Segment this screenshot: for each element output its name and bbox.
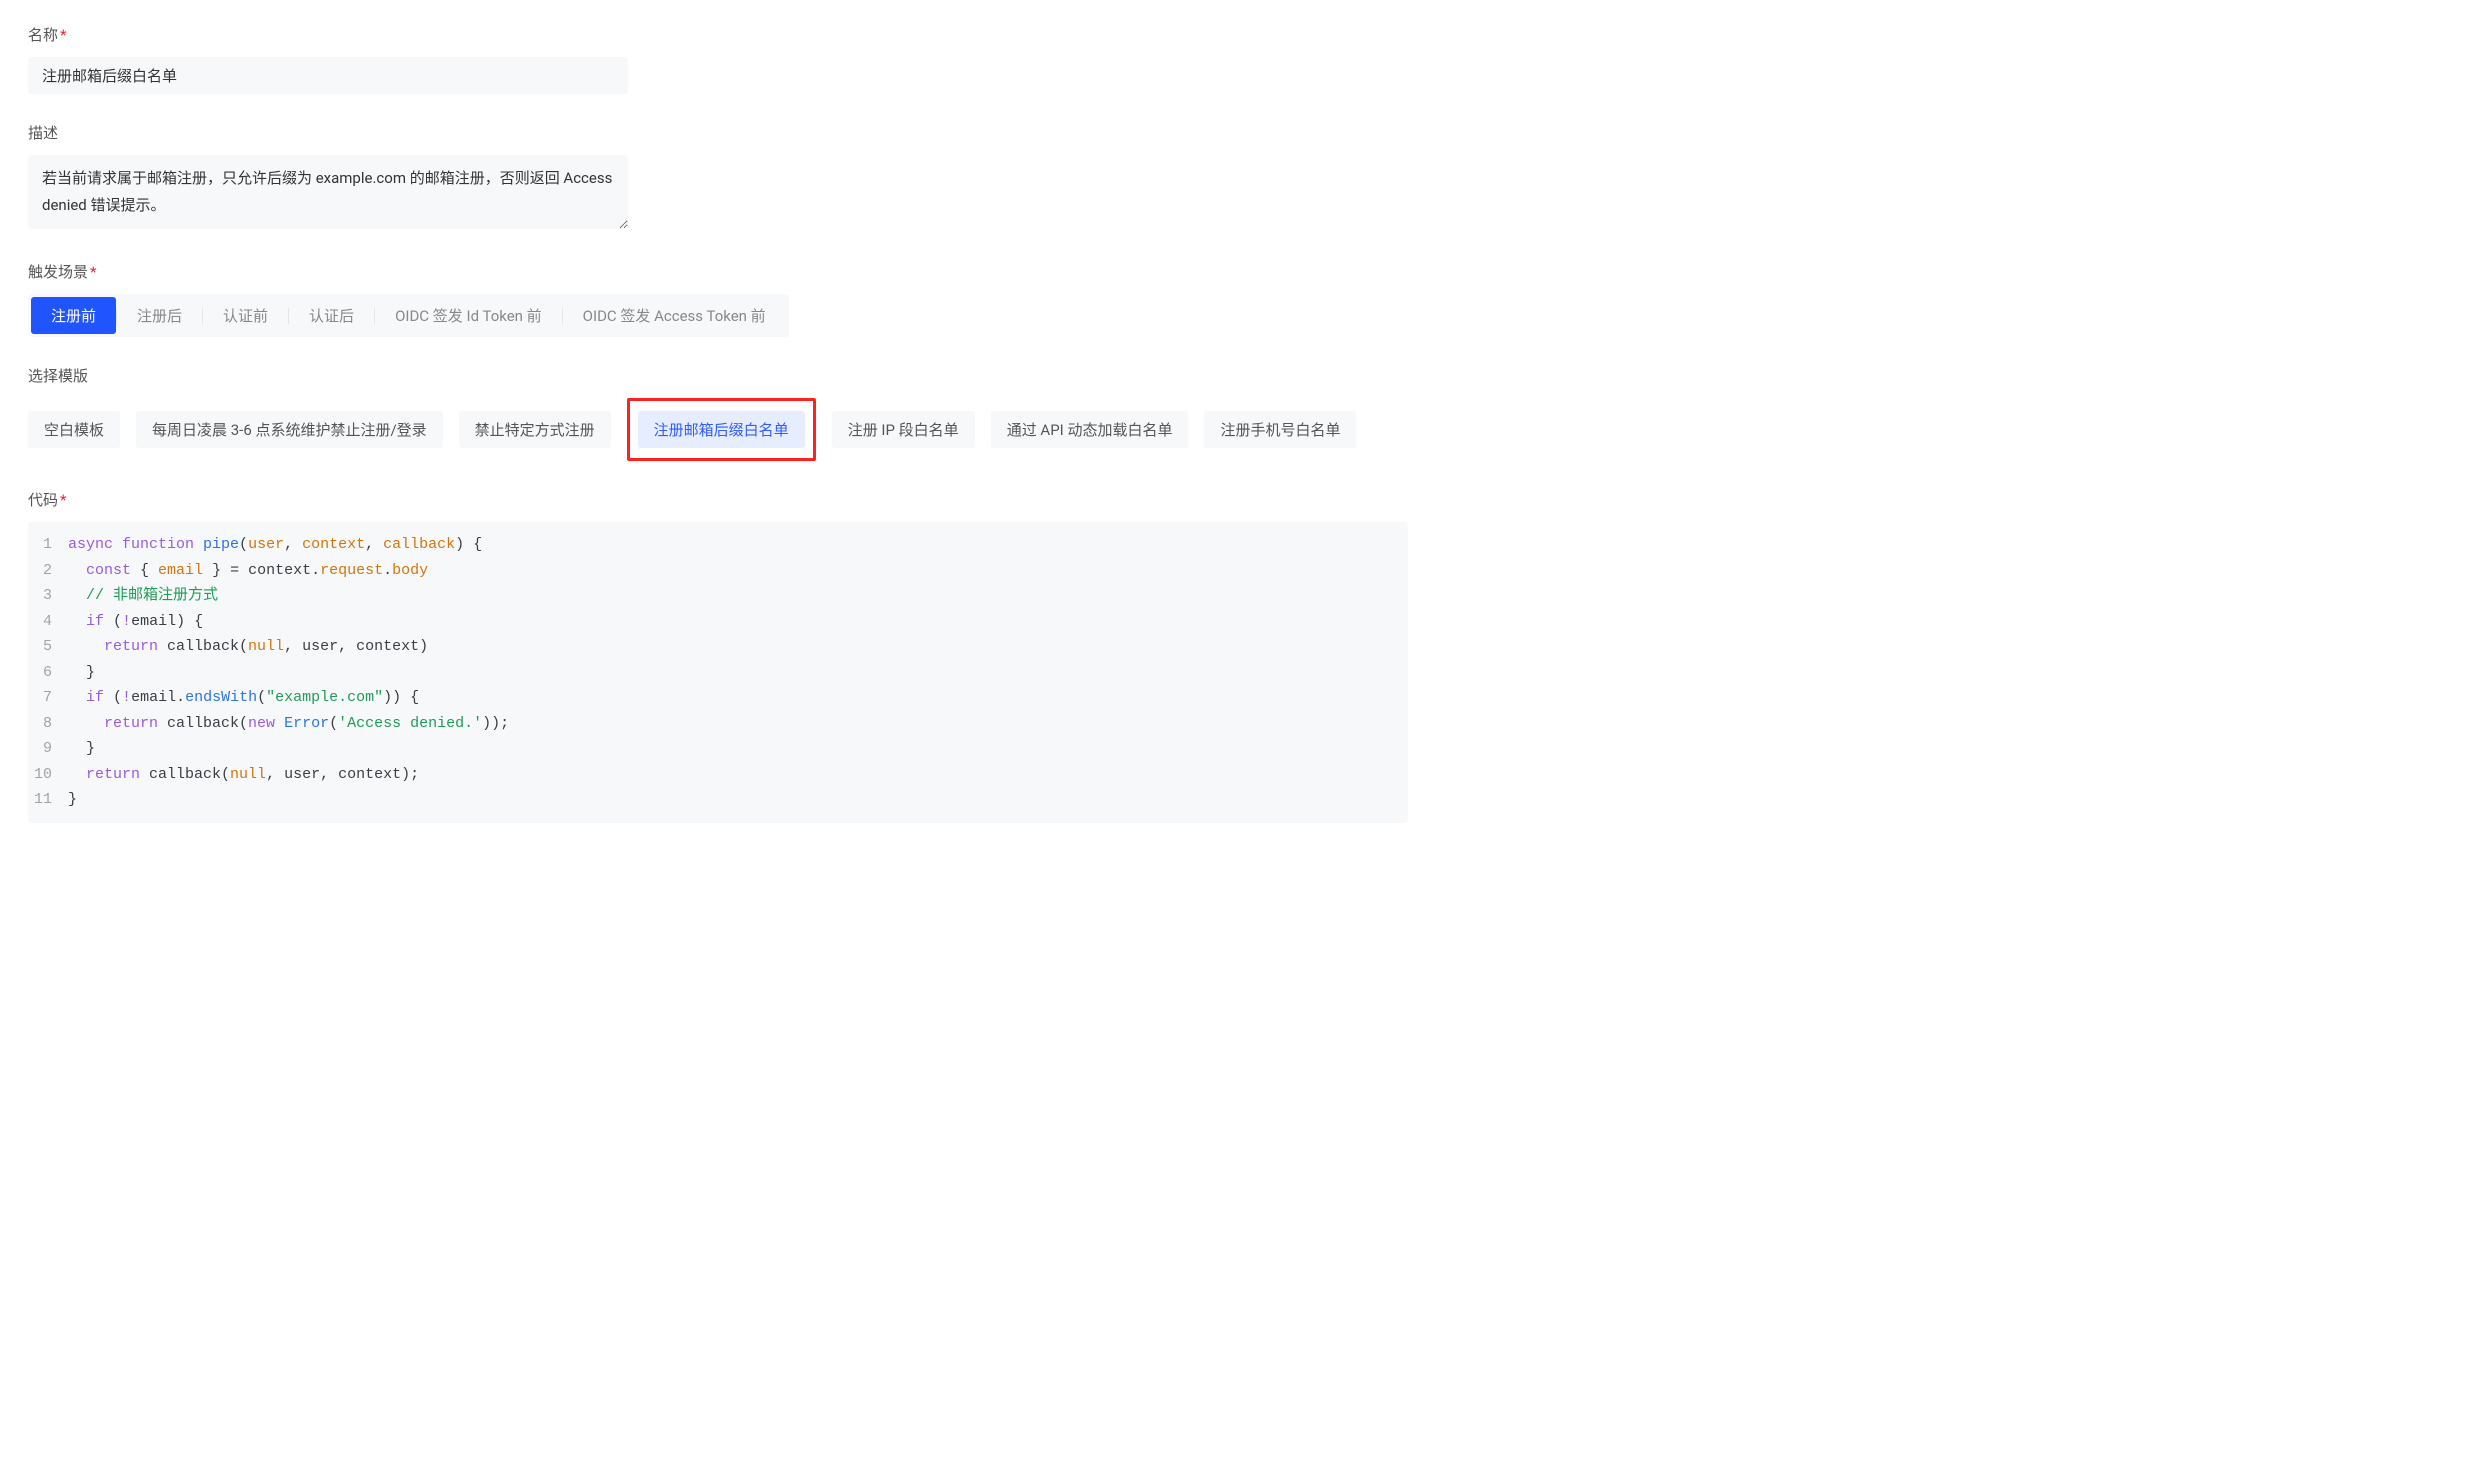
- trigger-option-3[interactable]: 认证后: [289, 297, 374, 334]
- name-field-group: 名称*: [28, 24, 2464, 94]
- code-content: }: [68, 787, 1408, 813]
- required-asterisk: *: [60, 491, 66, 509]
- code-content: return callback(null, user, context);: [68, 762, 1408, 788]
- line-number: 5: [28, 634, 68, 660]
- name-label: 名称*: [28, 24, 2464, 45]
- line-number: 2: [28, 558, 68, 584]
- line-number: 3: [28, 583, 68, 609]
- code-label: 代码*: [28, 489, 2464, 510]
- name-label-text: 名称: [28, 26, 58, 44]
- code-line: 10 return callback(null, user, context);: [28, 762, 1408, 788]
- code-field-group: 代码* 1async function pipe(user, context, …: [28, 489, 2464, 823]
- template-option-6[interactable]: 注册手机号白名单: [1204, 411, 1356, 448]
- template-field-group: 选择模版 空白模板每周日凌晨 3-6 点系统维护禁止注册/登录禁止特定方式注册注…: [28, 365, 2464, 461]
- description-textarea[interactable]: 若当前请求属于邮箱注册，只允许后缀为 example.com 的邮箱注册，否则返…: [28, 155, 628, 229]
- template-option-1[interactable]: 每周日凌晨 3-6 点系统维护禁止注册/登录: [136, 411, 443, 448]
- description-label-text: 描述: [28, 124, 58, 142]
- trigger-field-group: 触发场景* 注册前注册后认证前认证后OIDC 签发 Id Token 前OIDC…: [28, 261, 2464, 337]
- trigger-option-0[interactable]: 注册前: [31, 297, 116, 334]
- template-option-5[interactable]: 通过 API 动态加载白名单: [991, 411, 1189, 448]
- code-line: 9 }: [28, 736, 1408, 762]
- line-number: 9: [28, 736, 68, 762]
- code-content: }: [68, 660, 1408, 686]
- code-content: async function pipe(user, context, callb…: [68, 532, 1408, 558]
- code-line: 5 return callback(null, user, context): [28, 634, 1408, 660]
- code-content: return callback(null, user, context): [68, 634, 1408, 660]
- template-option-4[interactable]: 注册 IP 段白名单: [832, 411, 975, 448]
- line-number: 11: [28, 787, 68, 813]
- trigger-option-5[interactable]: OIDC 签发 Access Token 前: [563, 297, 786, 334]
- code-content: if (!email) {: [68, 609, 1408, 635]
- code-line: 8 return callback(new Error('Access deni…: [28, 711, 1408, 737]
- code-label-text: 代码: [28, 491, 58, 509]
- trigger-option-1[interactable]: 注册后: [117, 297, 202, 334]
- code-line: 3 // 非邮箱注册方式: [28, 583, 1408, 609]
- description-label: 描述: [28, 122, 2464, 143]
- template-label: 选择模版: [28, 365, 2464, 386]
- name-input[interactable]: [28, 57, 628, 94]
- line-number: 8: [28, 711, 68, 737]
- code-line: 11}: [28, 787, 1408, 813]
- required-asterisk: *: [90, 263, 96, 281]
- line-number: 4: [28, 609, 68, 635]
- line-number: 1: [28, 532, 68, 558]
- code-line: 7 if (!email.endsWith("example.com")) {: [28, 685, 1408, 711]
- code-line: 4 if (!email) {: [28, 609, 1408, 635]
- code-editor[interactable]: 1async function pipe(user, context, call…: [28, 522, 1408, 823]
- code-content: return callback(new Error('Access denied…: [68, 711, 1408, 737]
- line-number: 6: [28, 660, 68, 686]
- code-line: 1async function pipe(user, context, call…: [28, 532, 1408, 558]
- code-content: if (!email.endsWith("example.com")) {: [68, 685, 1408, 711]
- code-content: const { email } = context.request.body: [68, 558, 1408, 584]
- template-button-group: 空白模板每周日凌晨 3-6 点系统维护禁止注册/登录禁止特定方式注册注册邮箱后缀…: [28, 398, 2464, 461]
- line-number: 7: [28, 685, 68, 711]
- code-line: 6 }: [28, 660, 1408, 686]
- code-content: // 非邮箱注册方式: [68, 583, 1408, 609]
- description-field-group: 描述 若当前请求属于邮箱注册，只允许后缀为 example.com 的邮箱注册，…: [28, 122, 2464, 233]
- required-asterisk: *: [60, 26, 66, 44]
- trigger-segment-group: 注册前注册后认证前认证后OIDC 签发 Id Token 前OIDC 签发 Ac…: [28, 294, 789, 337]
- template-highlight-box: 注册邮箱后缀白名单: [627, 398, 816, 461]
- trigger-label: 触发场景*: [28, 261, 2464, 282]
- template-label-text: 选择模版: [28, 367, 88, 385]
- trigger-option-4[interactable]: OIDC 签发 Id Token 前: [375, 297, 562, 334]
- code-line: 2 const { email } = context.request.body: [28, 558, 1408, 584]
- code-content: }: [68, 736, 1408, 762]
- line-number: 10: [28, 762, 68, 788]
- trigger-option-2[interactable]: 认证前: [203, 297, 288, 334]
- trigger-label-text: 触发场景: [28, 263, 88, 281]
- template-option-2[interactable]: 禁止特定方式注册: [459, 411, 611, 448]
- template-option-0[interactable]: 空白模板: [28, 411, 120, 448]
- template-option-3[interactable]: 注册邮箱后缀白名单: [638, 411, 805, 448]
